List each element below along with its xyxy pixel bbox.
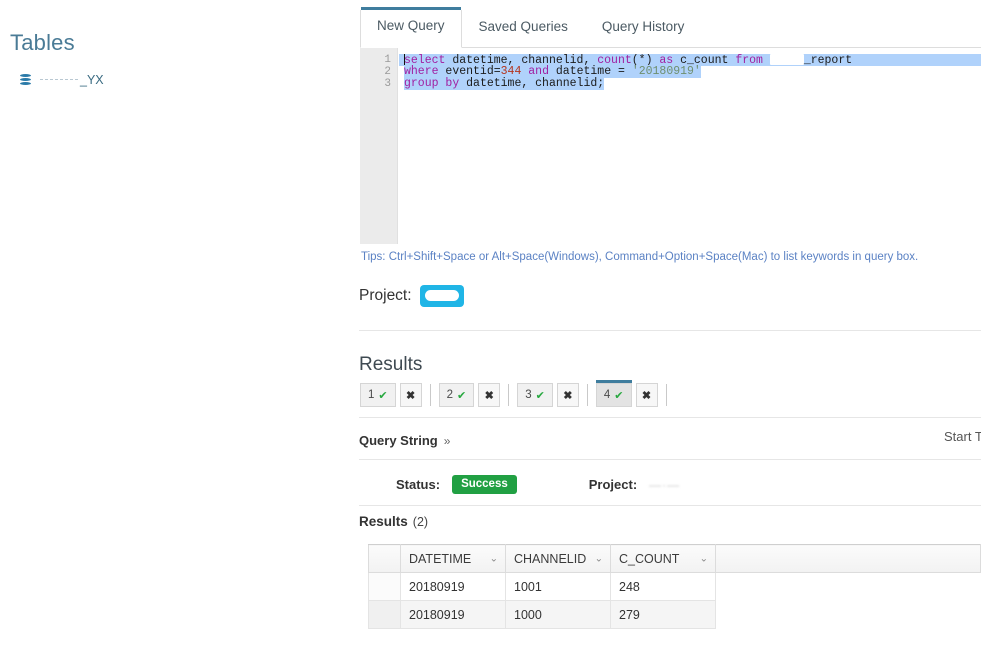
sql-token: by <box>445 77 460 90</box>
column-header-filler <box>715 544 981 573</box>
code-line-3[interactable]: group by datetime, channelid; <box>399 77 981 90</box>
check-icon: ✔ <box>535 389 545 402</box>
table-name-suffix: _YX <box>80 73 104 87</box>
result-tab-label: 2 <box>446 389 454 401</box>
chevron-double-down-icon: » <box>443 433 451 448</box>
chevron-down-icon[interactable]: ⌄ <box>700 553 708 564</box>
separator <box>586 384 588 406</box>
results-count-value: (2) <box>412 515 429 529</box>
cell-c-count: 279 <box>610 600 716 629</box>
chevron-down-icon[interactable]: ⌄ <box>595 553 603 564</box>
status-row: Status: Success Project: —·— <box>396 475 680 494</box>
tab-new-query[interactable]: New Query <box>360 7 462 48</box>
column-header-c-count[interactable]: C_COUNT ⌄ <box>610 544 716 573</box>
row-handle[interactable] <box>368 600 401 629</box>
sql-token: datetime, channelid; <box>459 77 605 90</box>
query-string-label: Query String <box>359 433 438 448</box>
result-tab-group-4: 4 ✔ ✖ <box>595 380 658 407</box>
table-row[interactable]: 20180919 1001 248 <box>368 572 981 601</box>
separator <box>429 384 431 406</box>
tab-query-history[interactable]: Query History <box>585 10 702 47</box>
table-row[interactable]: 20180919 1000 279 <box>368 600 981 629</box>
status-label: Status: <box>396 477 441 492</box>
column-header-label: C_COUNT <box>619 551 680 566</box>
check-icon: ✔ <box>378 389 388 402</box>
row-handle-header <box>368 544 401 573</box>
query-string-toggle[interactable]: Query String » <box>359 433 450 448</box>
results-count-row: Results (2) <box>359 514 428 529</box>
table-header-row: DATETIME ⌄ CHANNELID ⌄ C_COUNT ⌄ <box>368 544 981 573</box>
results-table-wrap: DATETIME ⌄ CHANNELID ⌄ C_COUNT ⌄ 2018091… <box>368 544 981 629</box>
results-table: DATETIME ⌄ CHANNELID ⌄ C_COUNT ⌄ 2018091… <box>368 544 981 629</box>
result-tab-close-2[interactable]: ✖ <box>478 383 501 407</box>
results-heading: Results <box>359 354 423 375</box>
result-tab-1[interactable]: 1 ✔ <box>360 383 396 407</box>
divider <box>359 330 981 331</box>
line-number: 3 <box>384 78 391 90</box>
tab-saved-queries[interactable]: Saved Queries <box>462 10 585 47</box>
project-label: Project: <box>359 287 412 304</box>
line-number: 1 <box>384 54 391 66</box>
result-tab-label: 1 <box>368 389 375 401</box>
result-tab-label: 3 <box>525 389 532 401</box>
sql-token: '20180919' <box>631 65 701 78</box>
sidebar-item-table[interactable]: _YX <box>20 73 104 87</box>
result-tabs: 1 ✔ ✖ 2 ✔ ✖ 3 ✔ ✖ 4 ✔ ✖ <box>360 380 675 407</box>
result-tab-group-1: 1 ✔ ✖ <box>360 383 422 407</box>
result-project-label: Project: <box>588 477 638 492</box>
status-badge: Success <box>452 475 517 494</box>
result-tab-group-2: 2 ✔ ✖ <box>438 383 501 407</box>
sidebar-title: Tables <box>10 30 75 55</box>
editor-tips: Tips: Ctrl+Shift+Space or Alt+Space(Wind… <box>361 251 919 263</box>
database-icon <box>20 73 31 87</box>
cell-filler <box>715 600 981 629</box>
project-row: Project: <box>359 285 464 307</box>
chevron-down-icon[interactable]: ⌄ <box>490 553 498 564</box>
query-tabs: New Query Saved Queries Query History <box>360 7 981 48</box>
result-tab-close-4[interactable]: ✖ <box>635 383 658 407</box>
cell-channelid: 1001 <box>505 572 611 601</box>
separator <box>665 384 667 406</box>
column-header-label: DATETIME <box>409 551 472 566</box>
result-tab-group-3: 3 ✔ ✖ <box>517 383 579 407</box>
divider <box>359 459 981 460</box>
result-project-value: —·— <box>649 477 681 492</box>
divider <box>359 505 981 506</box>
cell-c-count: 248 <box>610 572 716 601</box>
check-icon: ✔ <box>614 389 624 402</box>
column-header-label: CHANNELID <box>514 551 587 566</box>
check-icon: ✔ <box>457 389 467 402</box>
result-tab-label: 4 <box>603 389 611 401</box>
separator <box>508 384 510 406</box>
tables-sidebar: Tables _YX <box>0 0 356 651</box>
result-tab-close-1[interactable]: ✖ <box>399 383 422 407</box>
divider <box>359 417 981 418</box>
results-count-label: Results <box>359 514 408 529</box>
line-number: 2 <box>384 66 391 78</box>
table-name-label: _YX <box>38 73 104 87</box>
cell-datetime: 20180919 <box>400 572 506 601</box>
column-header-channelid[interactable]: CHANNELID ⌄ <box>505 544 611 573</box>
start-time-label: Start T <box>944 429 981 444</box>
result-tab-3[interactable]: 3 ✔ <box>517 383 553 407</box>
project-value-badge[interactable] <box>419 285 464 307</box>
redacted-table-name <box>769 54 804 65</box>
cell-datetime: 20180919 <box>400 600 506 629</box>
editor-gutter: 1 2 3 <box>360 48 398 244</box>
result-tab-4[interactable]: 4 ✔ <box>595 380 632 407</box>
cell-filler <box>715 572 981 601</box>
row-handle[interactable] <box>368 572 401 601</box>
cell-channelid: 1000 <box>505 600 611 629</box>
column-header-datetime[interactable]: DATETIME ⌄ <box>400 544 506 573</box>
editor-code-area[interactable]: select datetime, channelid, count(*) as … <box>399 48 981 244</box>
sql-editor[interactable]: 1 2 3 select datetime, channelid, count(… <box>360 48 981 244</box>
sql-token: = <box>618 65 632 78</box>
sql-token: group <box>404 77 439 90</box>
result-tab-close-3[interactable]: ✖ <box>556 383 579 407</box>
result-tab-2[interactable]: 2 ✔ <box>438 383 475 407</box>
